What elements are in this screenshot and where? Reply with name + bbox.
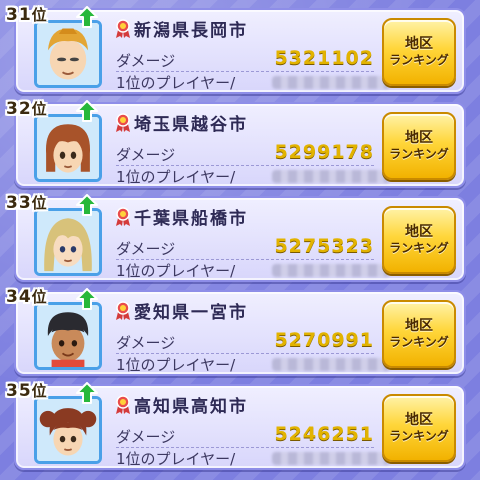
- ranking-list: 31位 新潟県長岡市 ダメージ 5321102 1位のプレイヤー/ 地区 ランキ…: [0, 0, 480, 480]
- rank-number: 32位: [6, 99, 48, 119]
- city-name: 愛知県一宮市: [134, 303, 248, 323]
- damage-value: 5275323: [274, 235, 374, 257]
- damage-label: ダメージ: [116, 240, 176, 258]
- damage-value: 5246251: [274, 423, 374, 445]
- region-button-line1: 地区: [405, 224, 433, 241]
- top-player-label: 1位のプレイヤー/: [116, 450, 236, 468]
- up-arrow-icon: [76, 6, 98, 28]
- region-button-line2: ランキング: [389, 335, 449, 350]
- ranking-row: 33位 千葉県船橋市 ダメージ 5275323 1位のプレイヤー/ 地区 ランキ…: [6, 193, 466, 282]
- player-name-blurred: [272, 358, 390, 371]
- medal-icon: [116, 395, 130, 414]
- ranking-row: 34位 愛知県一宮市 ダメージ 5270991 1位のプレイヤー/ 地区 ランキ…: [6, 287, 466, 376]
- region-button-line1: 地区: [405, 36, 433, 53]
- damage-label: ダメージ: [116, 52, 176, 70]
- region-button-line1: 地区: [405, 412, 433, 429]
- region-ranking-button[interactable]: 地区 ランキング: [382, 18, 456, 86]
- avatar: [34, 208, 102, 276]
- ranking-row: 31位 新潟県長岡市 ダメージ 5321102 1位のプレイヤー/ 地区 ランキ…: [6, 5, 466, 94]
- damage-value: 5270991: [274, 329, 374, 351]
- city-name: 高知県高知市: [134, 397, 248, 417]
- ranking-row: 32位 埼玉県越谷市 ダメージ 5299178 1位のプレイヤー/ 地区 ランキ…: [6, 99, 466, 188]
- rank-number: 33位: [6, 193, 48, 213]
- medal-icon: [116, 301, 130, 320]
- player-name-blurred: [272, 264, 390, 277]
- region-ranking-button[interactable]: 地区 ランキング: [382, 394, 456, 462]
- top-player-label: 1位のプレイヤー/: [116, 168, 236, 186]
- region-ranking-button[interactable]: 地区 ランキング: [382, 112, 456, 180]
- player-name-blurred: [272, 76, 390, 89]
- avatar: [34, 20, 102, 88]
- rank-number: 34位: [6, 287, 48, 307]
- damage-label: ダメージ: [116, 334, 176, 352]
- region-button-line2: ランキング: [389, 147, 449, 162]
- top-player-label: 1位のプレイヤー/: [116, 356, 236, 374]
- city-name: 新潟県長岡市: [134, 21, 248, 41]
- city-name: 埼玉県越谷市: [134, 115, 248, 135]
- damage-label: ダメージ: [116, 428, 176, 446]
- region-button-line1: 地区: [405, 130, 433, 147]
- medal-icon: [116, 207, 130, 226]
- region-button-line2: ランキング: [389, 241, 449, 256]
- up-arrow-icon: [76, 100, 98, 122]
- top-player-label: 1位のプレイヤー/: [116, 74, 236, 92]
- region-button-line2: ランキング: [389, 429, 449, 444]
- region-ranking-button[interactable]: 地区 ランキング: [382, 300, 456, 368]
- region-button-line2: ランキング: [389, 53, 449, 68]
- region-button-line1: 地区: [405, 318, 433, 335]
- up-arrow-icon: [76, 288, 98, 310]
- top-player-label: 1位のプレイヤー/: [116, 262, 236, 280]
- medal-icon: [116, 113, 130, 132]
- player-name-blurred: [272, 170, 390, 183]
- damage-label: ダメージ: [116, 146, 176, 164]
- rank-number: 35位: [6, 381, 48, 401]
- damage-value: 5299178: [274, 141, 374, 163]
- up-arrow-icon: [76, 194, 98, 216]
- avatar: [34, 114, 102, 182]
- avatar: [34, 396, 102, 464]
- ranking-row: 35位 高知県高知市 ダメージ 5246251 1位のプレイヤー/ 地区 ランキ…: [6, 381, 466, 470]
- up-arrow-icon: [76, 382, 98, 404]
- medal-icon: [116, 19, 130, 38]
- damage-value: 5321102: [274, 47, 374, 69]
- region-ranking-button[interactable]: 地区 ランキング: [382, 206, 456, 274]
- player-name-blurred: [272, 452, 390, 465]
- avatar: [34, 302, 102, 370]
- rank-number: 31位: [6, 5, 48, 25]
- city-name: 千葉県船橋市: [134, 209, 248, 229]
